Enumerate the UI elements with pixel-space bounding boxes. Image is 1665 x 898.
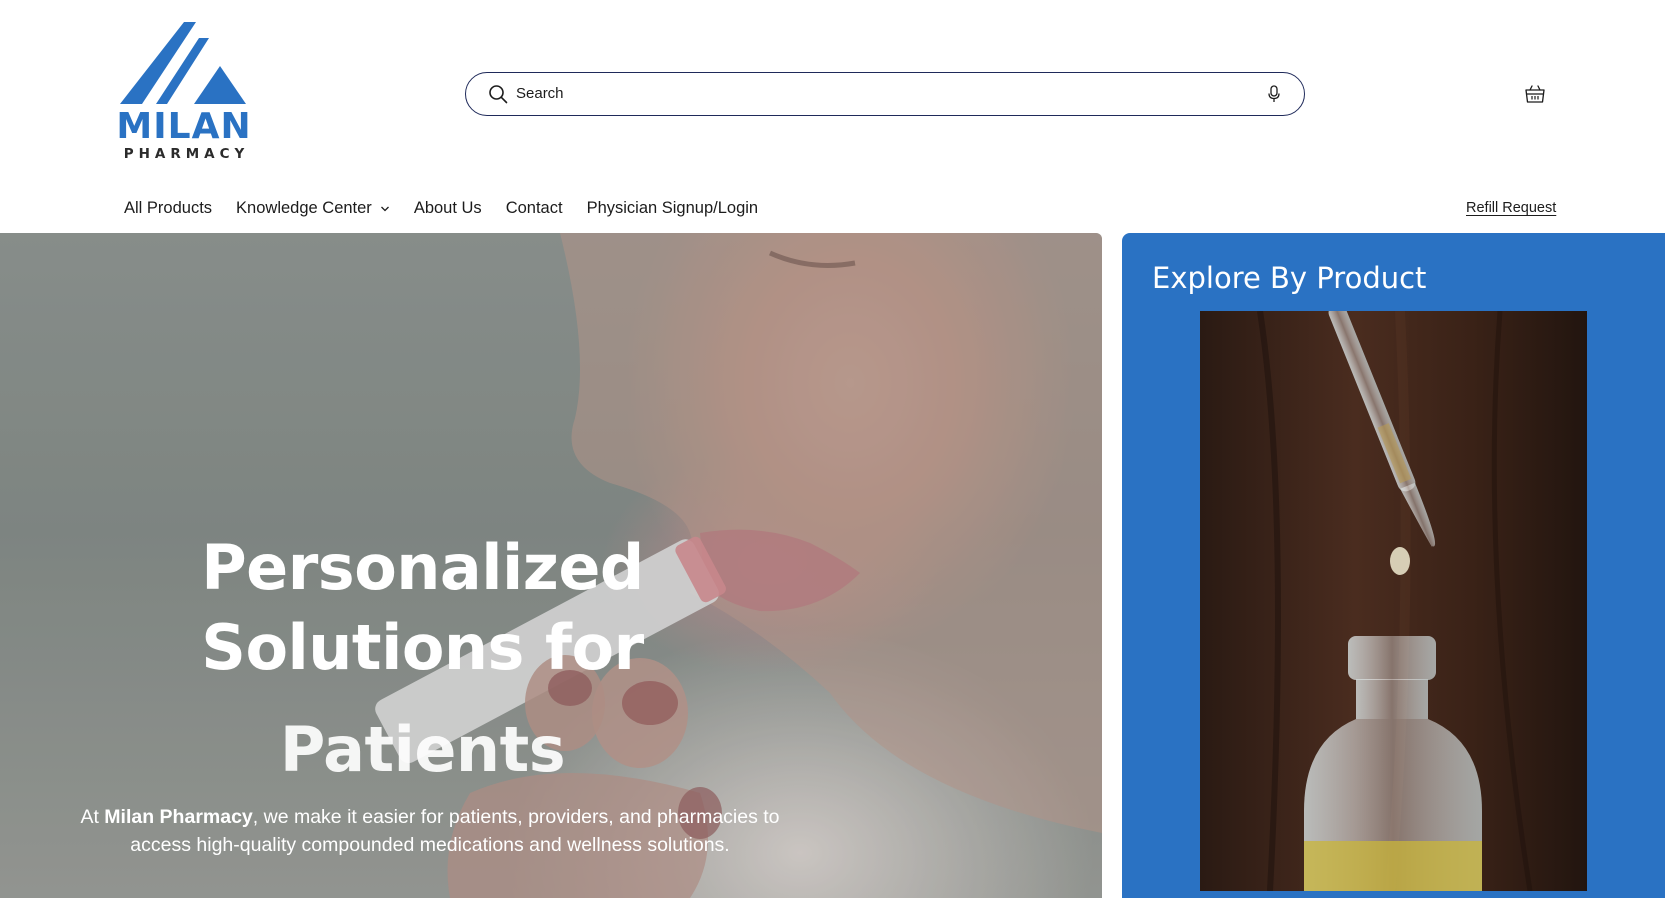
cart-icon[interactable] [1524,83,1546,105]
chevron-down-icon [380,206,389,211]
product-image-dropper-bottle[interactable] [1200,311,1587,891]
nav-item-label: About Us [413,199,482,217]
nav-item-contact[interactable]: Contact [506,199,563,218]
nav-item-label: Physician Signup/Login [586,199,759,217]
refill-request-link[interactable]: Refill Request [1466,200,1556,216]
nav-item-about-us[interactable]: About Us [414,199,482,218]
hero-description: At Milan Pharmacy, we make it easier for… [40,803,820,859]
hero-copy-brand: Milan Pharmacy [104,806,253,828]
hero-copy-line2: access high-quality compounded medicatio… [130,834,730,856]
nav-item-label: Contact [505,199,563,217]
hero-title-line: Solutions for [201,611,644,684]
microphone-icon[interactable] [1266,85,1282,103]
hero-banner: Personalized Solutions for Patients At M… [0,233,1102,898]
hero-copy-line1: , we make it easier for patients, provid… [252,806,780,828]
search-bar[interactable] [465,72,1305,116]
nav-item-physician-signup-login[interactable]: Physician Signup/Login [587,199,759,218]
search-icon[interactable] [488,84,508,104]
logo-brand-text: MILAN [116,106,252,147]
explore-title: Explore By Product [1152,261,1427,295]
hero-title-line: Patients [279,713,566,786]
explore-by-product-panel: Explore By Product [1122,233,1665,898]
nav-item-knowledge-center[interactable]: Knowledge Center [236,199,390,218]
nav-item-label: All Products [124,199,213,217]
nav-item-label: Knowledge Center [236,199,372,217]
hero-copy-prefix: At [80,806,105,828]
dropper-bottle-image [1257,311,1533,891]
hero-title-line: Personalized [201,531,644,604]
nav-item-all-products[interactable]: All Products [124,199,212,218]
hero-title: Personalized Solutions for Patients [180,528,665,790]
logo-sub-text: PHARMACY [123,146,250,162]
search-input[interactable] [516,73,1216,114]
main-nav: All Products Knowledge Center About Us C… [124,199,782,218]
